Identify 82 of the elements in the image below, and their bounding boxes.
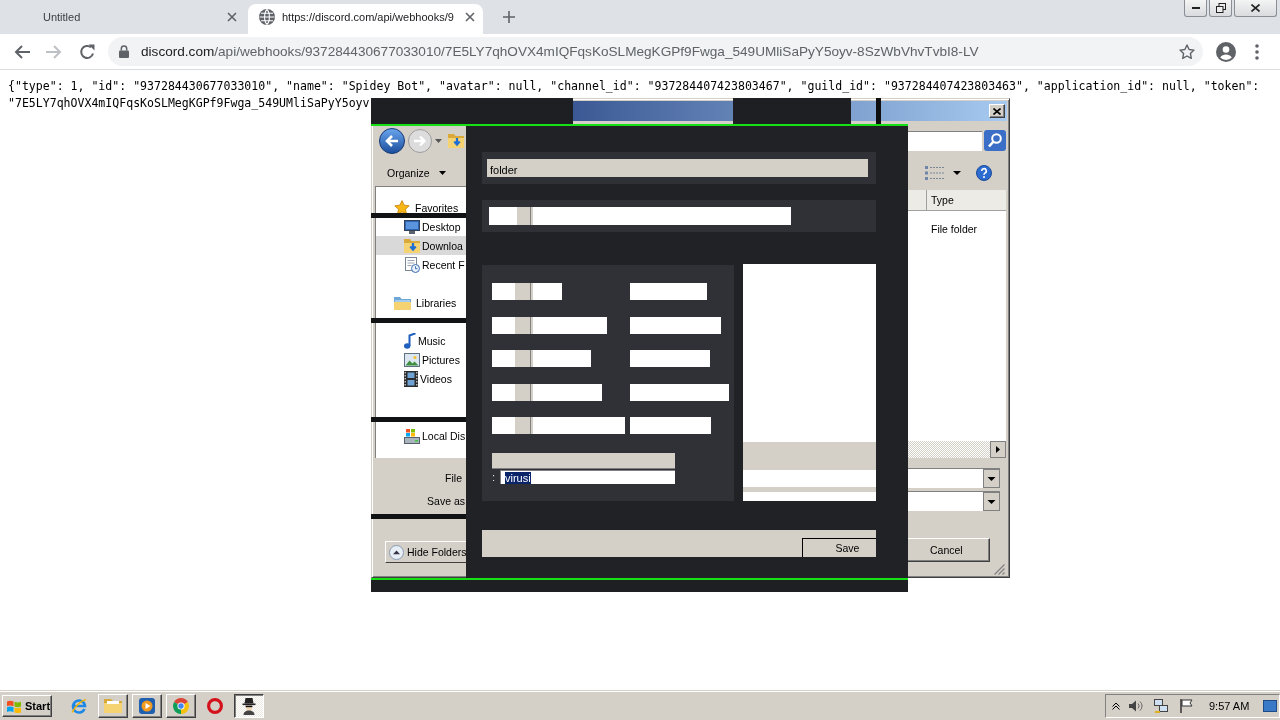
flag-logo-icon (6, 698, 22, 713)
color-wheel-icon (173, 697, 189, 714)
start-button[interactable]: Start (2, 694, 52, 717)
field-label: File (445, 471, 462, 484)
organize-button[interactable]: Organize (387, 167, 446, 179)
json-text: "7E5LY7qhOVX4mIQFqsKoSLMegKGPf9Fwga_549UMliSaPyY5oyv (8, 95, 370, 112)
folder-icon (104, 698, 122, 713)
table-cell-text: File folder (931, 222, 978, 237)
nav-item[interactable]: Downloa (376, 236, 466, 255)
recent-places-icon (404, 256, 420, 273)
dropdown-icon (983, 492, 1000, 511)
network-icon[interactable] (1154, 698, 1168, 713)
ring-icon[interactable] (207, 697, 223, 714)
nav-item[interactable]: Recent F (376, 255, 466, 274)
picture-icon (404, 352, 420, 367)
json-text: {"type": 1, "id": "937284430677033010", "name": "Spidey Bot", "avatar": null, "channel_id": "937284407423803467", "guild_id": "937284407423803463", "application_id": null, "token": (8, 78, 1260, 95)
save-type-field[interactable] (908, 491, 1000, 511)
close-button[interactable] (1234, 0, 1277, 17)
field-label: : (492, 471, 497, 483)
nav-item[interactable]: Music (376, 331, 466, 350)
resize-grip-icon (994, 564, 1005, 575)
show-desktop-icon[interactable] (1263, 699, 1277, 712)
nav-item[interactable]: Desktop (376, 217, 466, 236)
taskbar-button[interactable] (234, 693, 264, 718)
plus-icon[interactable] (503, 11, 515, 23)
caret-icon[interactable] (953, 171, 961, 175)
speaker-icon[interactable] (1129, 699, 1144, 712)
drive-icon (404, 427, 420, 444)
back-arrow-icon[interactable] (14, 44, 30, 59)
url-text: discord.com/api/webhooks/937284430677033010/7E5LY7qhOVX4mIQFqsKoSLMegKGPf9Fwga_549UMliSaPyY5oyv-8SzWbVhvTvbI8-LV (141, 44, 979, 59)
name-input[interactable]: virusi (500, 470, 675, 484)
spy-icon (241, 696, 257, 715)
search-field[interactable] (908, 130, 982, 151)
browser-tab[interactable]: Untitled (24, 4, 245, 34)
nav-item[interactable]: Local Dis (376, 426, 466, 445)
column-header[interactable]: Type (926, 190, 1006, 210)
address-bar[interactable]: discord.com/api/webhooks/937284430677033010/7E5LY7qhOVX4mIQFqsKoSLMegKGPf9Fwga_549UMliSaPyY5oyv-8SzWbVhvTvbI8-LV (108, 37, 1203, 66)
download-folder-icon (404, 238, 420, 253)
nav-item[interactable]: Videos (376, 369, 466, 388)
help-icon[interactable] (976, 165, 992, 181)
chevron-up-icon[interactable] (1112, 701, 1120, 710)
star-icon (394, 199, 410, 216)
hide-folders-button[interactable]: Hide Folders (385, 541, 467, 563)
file-name-field[interactable] (908, 467, 1000, 488)
close-icon[interactable] (227, 12, 237, 22)
close-icon (1251, 4, 1260, 12)
browser-tab[interactable]: https://discord.com/api/webhooks/9 (248, 4, 483, 34)
download-folder-icon (448, 133, 464, 148)
caret-icon (438, 171, 446, 175)
close-icon[interactable] (465, 12, 475, 22)
minimize-button[interactable] (1184, 0, 1207, 17)
library-icon (394, 295, 411, 310)
chevron-up-icon (389, 544, 404, 560)
reload-icon[interactable] (79, 43, 95, 60)
path-field[interactable]: folder (487, 159, 868, 177)
menu-icon[interactable] (1255, 43, 1259, 60)
glitch-bar (876, 98, 881, 124)
blank-entry (492, 283, 562, 300)
music-note-icon (404, 332, 416, 349)
flag-icon[interactable] (1180, 698, 1193, 713)
restore-button[interactable] (1209, 0, 1232, 17)
account-icon[interactable] (1216, 41, 1236, 62)
selected-text: virusi (505, 471, 531, 484)
scroll-right-icon[interactable] (990, 441, 1006, 458)
film-icon (404, 370, 418, 387)
play-icon (139, 697, 155, 714)
globe-icon (259, 9, 275, 25)
save-button[interactable]: Save (802, 538, 876, 557)
restore-icon (1215, 3, 1226, 13)
dropdown-icon (983, 468, 1000, 488)
field-label: Save as (427, 495, 465, 507)
star-icon[interactable] (1179, 43, 1195, 60)
close-icon (993, 107, 1001, 115)
clock-text[interactable]: 9:57 AM (1209, 699, 1250, 712)
nav-item[interactable]: Pictures (376, 350, 466, 369)
cancel-button[interactable]: Cancel (908, 538, 990, 562)
monitor-icon (404, 219, 420, 234)
lock-icon (119, 45, 129, 58)
nav-item[interactable]: Libraries (376, 293, 466, 312)
minimize-icon (1191, 7, 1200, 9)
search-icon[interactable] (984, 130, 1006, 151)
nav-item[interactable]: Favorites (376, 198, 466, 217)
